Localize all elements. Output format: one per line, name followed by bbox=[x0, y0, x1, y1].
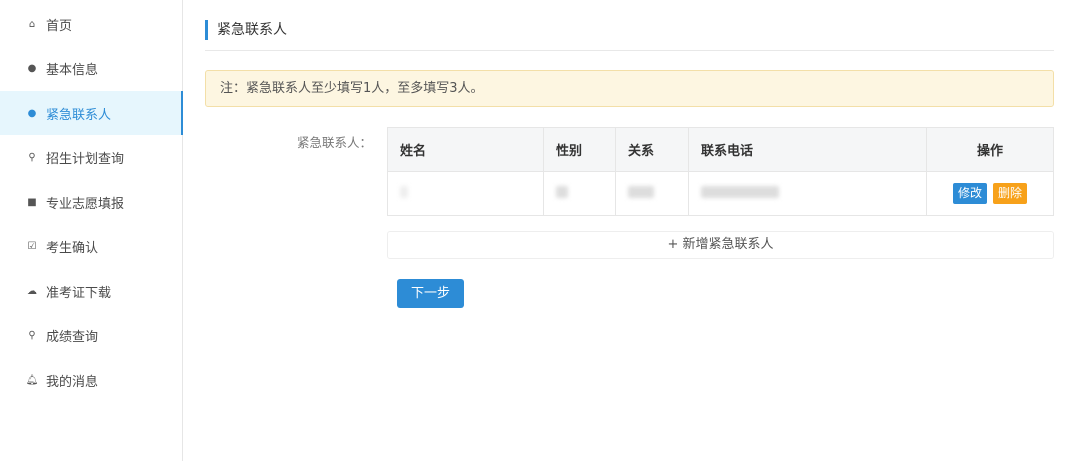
header-relation: 关系 bbox=[615, 127, 689, 172]
redacted-value bbox=[400, 185, 408, 198]
redacted-value bbox=[701, 185, 779, 198]
table-header: 姓名 性别 关系 联系电话 操作 bbox=[387, 127, 1054, 172]
sidebar: ⌂ 首页 ● 基本信息 ● 紧急联系人 ⚲ 招生计划查询 ■ 专业志愿填报 ☑ 考生确认 ☁… bbox=[0, 0, 183, 461]
sidebar-item-confirm[interactable]: ☑ 考生确认 bbox=[0, 224, 183, 268]
cell-relation bbox=[615, 171, 689, 216]
redacted-value bbox=[628, 185, 654, 198]
add-contact-button[interactable]: + 新增紧急联系人 bbox=[387, 231, 1054, 259]
notice-banner: 注：紧急联系人至少填写1人，至多填写3人。 bbox=[205, 70, 1054, 107]
next-step-button[interactable]: 下一步 bbox=[397, 279, 464, 308]
header-phone: 联系电话 bbox=[688, 127, 927, 172]
redacted-value bbox=[556, 185, 568, 198]
delete-button[interactable]: 删除 bbox=[993, 183, 1028, 204]
cell-gender bbox=[543, 171, 616, 216]
sidebar-item-basic-info[interactable]: ● 基本信息 bbox=[0, 46, 183, 90]
checkbox-icon: ☑ bbox=[27, 240, 37, 252]
field-label: 紧急联系人： bbox=[297, 135, 373, 150]
divider bbox=[205, 50, 1054, 51]
sidebar-item-major-application[interactable]: ■ 专业志愿填报 bbox=[0, 180, 183, 224]
header-name: 姓名 bbox=[387, 127, 544, 172]
sidebar-item-emergency-contact[interactable]: ● 紧急联系人 bbox=[0, 91, 183, 135]
user-icon: ● bbox=[27, 107, 37, 119]
user-icon: ● bbox=[27, 62, 37, 74]
edit-button[interactable]: 修改 bbox=[952, 183, 987, 204]
contacts-table: 姓名 性别 关系 联系电话 操作 修改 删除 bbox=[387, 127, 1054, 216]
page-title: 紧急联系人 bbox=[205, 20, 287, 40]
sidebar-item-home[interactable]: ⌂ 首页 bbox=[0, 2, 183, 46]
cell-name bbox=[387, 171, 544, 216]
sidebar-item-enrollment-plan[interactable]: ⚲ 招生计划查询 bbox=[0, 135, 183, 179]
header-gender: 性别 bbox=[543, 127, 616, 172]
cell-actions: 修改 删除 bbox=[926, 171, 1054, 216]
sidebar-item-scores[interactable]: ⚲ 成绩查询 bbox=[0, 313, 183, 357]
sidebar-item-admission-ticket[interactable]: ☁ 准考证下载 bbox=[0, 269, 183, 313]
header-actions: 操作 bbox=[926, 127, 1054, 172]
sidebar-item-messages[interactable]: 🔔︎ 我的消息 bbox=[0, 358, 183, 402]
cell-phone bbox=[688, 171, 927, 216]
home-icon: ⌂ bbox=[28, 18, 36, 30]
form-icon: ■ bbox=[27, 196, 37, 208]
table-row: 修改 删除 bbox=[387, 171, 1054, 216]
cloud-download-icon: ☁ bbox=[27, 285, 37, 297]
search-icon: ⚲ bbox=[28, 151, 36, 163]
bell-icon: 🔔︎ bbox=[25, 374, 39, 386]
search-icon: ⚲ bbox=[28, 329, 36, 341]
